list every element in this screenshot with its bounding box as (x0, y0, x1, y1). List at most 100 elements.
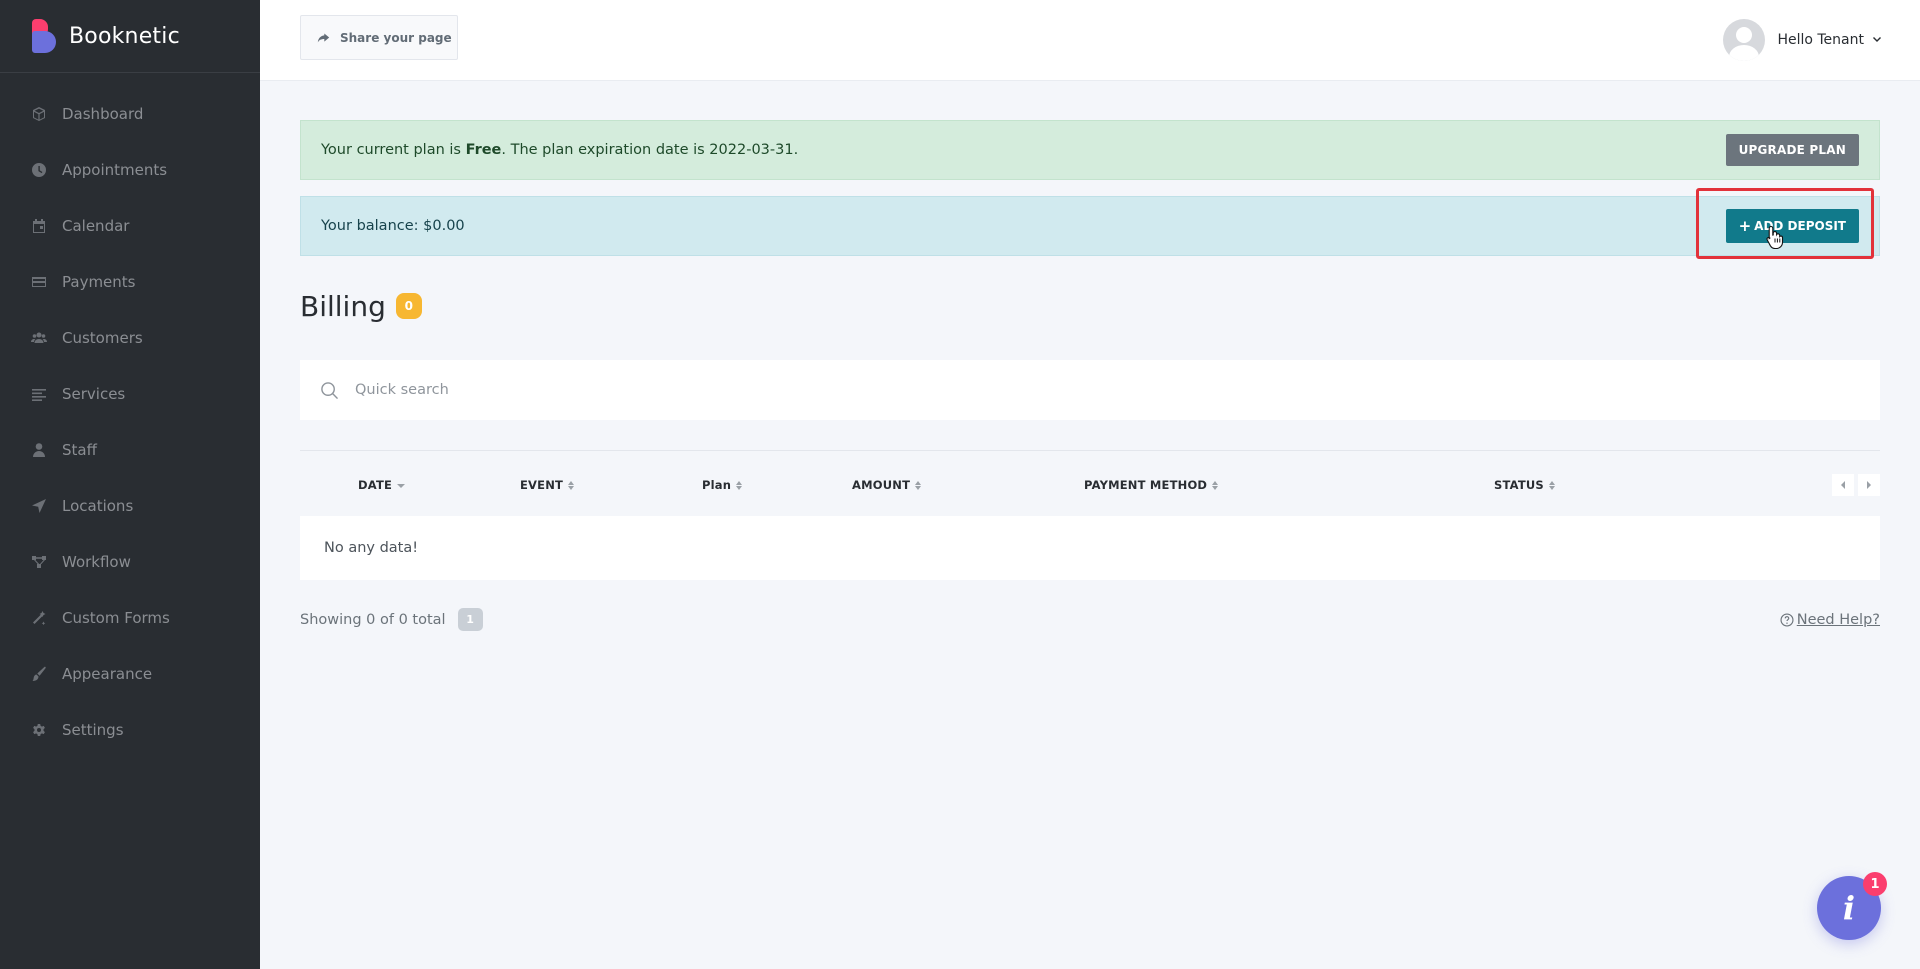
pagination-info: Showing 0 of 0 total 1 (300, 608, 483, 631)
table-empty-row: No any data! (300, 516, 1880, 580)
notification-badge: 1 (1863, 872, 1887, 896)
sidebar-item-customers[interactable]: Customers (0, 310, 260, 366)
sidebar-item-label: Settings (62, 721, 124, 739)
need-help-link[interactable]: Need Help? (1780, 612, 1880, 628)
balance-alert: Your balance: $0.00 + ADD DEPOSIT (300, 188, 1880, 259)
page-number-button[interactable]: 1 (457, 608, 483, 631)
count-badge: 0 (395, 293, 422, 319)
sidebar-item-label: Services (62, 385, 126, 403)
user-menu[interactable]: Hello Tenant (1723, 19, 1882, 61)
search-input[interactable] (355, 382, 955, 398)
sidebar-item-label: Calendar (62, 217, 130, 235)
column-label: AMOUNT (852, 478, 911, 492)
sidebar-item-dashboard[interactable]: Dashboard (0, 86, 260, 142)
main-content: Your current plan is Free. The plan expi… (300, 120, 1880, 631)
upgrade-plan-button[interactable]: UPGRADE PLAN (1725, 134, 1859, 166)
column-label: DATE (358, 478, 393, 492)
sidebar-item-appointments[interactable]: Appointments (0, 142, 260, 198)
sidebar-item-label: Staff (62, 441, 97, 459)
sidebar-nav: Dashboard Appointments Calendar Payments… (0, 73, 260, 758)
brand-name: Booknetic (69, 23, 180, 49)
user-greeting: Hello Tenant (1777, 32, 1864, 48)
sidebar-item-label: Workflow (62, 553, 131, 571)
clock-icon (31, 162, 47, 178)
question-circle-icon (1780, 612, 1794, 627)
column-header-amount[interactable]: AMOUNT (852, 478, 922, 492)
user-icon (31, 442, 47, 458)
plan-name: Free (465, 142, 502, 158)
plan-alert-suffix: . The plan expiration date is 2022-03-31… (501, 142, 799, 158)
info-icon: i (1842, 889, 1856, 927)
page-title-row: Billing 0 (300, 286, 1880, 326)
brush-icon (31, 666, 47, 682)
showing-text: Showing 0 of 0 total (300, 611, 446, 628)
sidebar-item-locations[interactable]: Locations (0, 478, 260, 534)
column-header-status[interactable]: STATUS (1494, 478, 1555, 492)
column-header-payment-method[interactable]: PAYMENT METHOD (1084, 478, 1219, 492)
column-label: STATUS (1494, 478, 1544, 492)
sort-icon (736, 480, 743, 490)
search-box (300, 360, 1880, 420)
plan-alert-prefix: Your current plan is (321, 142, 466, 158)
location-arrow-icon (31, 498, 47, 514)
sidebar-item-settings[interactable]: Settings (0, 702, 260, 758)
calendar-icon (31, 218, 47, 234)
info-button[interactable]: i 1 (1817, 872, 1887, 940)
plan-alert: Your current plan is Free. The plan expi… (300, 120, 1880, 180)
sidebar-item-label: Appointments (62, 161, 168, 179)
sidebar-item-label: Customers (62, 329, 143, 347)
chevron-down-icon (1873, 37, 1881, 42)
sort-desc-icon (397, 484, 406, 488)
cube-icon (31, 106, 47, 122)
share-icon (317, 33, 330, 43)
column-scroll-arrows (1832, 474, 1880, 496)
balance-text: Your balance: $0.00 (321, 218, 465, 234)
credit-card-icon (31, 274, 47, 290)
sort-icon (915, 480, 922, 490)
sidebar-item-label: Custom Forms (62, 609, 170, 627)
column-header-event[interactable]: EVENT (520, 478, 575, 492)
need-help-label: Need Help? (1796, 611, 1880, 628)
scroll-left-button[interactable] (1832, 474, 1854, 496)
add-deposit-label: ADD DEPOSIT (1754, 219, 1846, 233)
divider (300, 450, 1880, 451)
caret-right-icon (1867, 481, 1871, 489)
brand[interactable]: Booknetic (0, 0, 260, 73)
sidebar-item-appearance[interactable]: Appearance (0, 646, 260, 702)
sidebar-item-label: Dashboard (62, 105, 144, 123)
sidebar-item-payments[interactable]: Payments (0, 254, 260, 310)
top-bar: Share your page Hello Tenant (260, 0, 1920, 81)
column-label: EVENT (520, 478, 564, 492)
sidebar-item-custom-forms[interactable]: Custom Forms (0, 590, 260, 646)
caret-left-icon (1841, 481, 1845, 489)
list-icon (31, 386, 47, 402)
share-page-label: Share your page (340, 30, 452, 45)
column-label: Plan (702, 478, 732, 492)
booknetic-logo-icon (30, 19, 58, 53)
share-page-button[interactable]: Share your page (300, 15, 458, 60)
sidebar-item-staff[interactable]: Staff (0, 422, 260, 478)
table-footer: Showing 0 of 0 total 1 Need Help? (300, 608, 1880, 631)
gear-icon (31, 722, 47, 738)
add-deposit-button[interactable]: + ADD DEPOSIT (1725, 209, 1859, 243)
search-icon (321, 381, 338, 399)
sidebar-item-label: Payments (62, 273, 136, 291)
sidebar-item-services[interactable]: Services (0, 366, 260, 422)
sidebar-item-calendar[interactable]: Calendar (0, 198, 260, 254)
sidebar-item-workflow[interactable]: Workflow (0, 534, 260, 590)
plus-icon: + (1738, 217, 1752, 235)
scroll-right-button[interactable] (1858, 474, 1880, 496)
sort-icon (1212, 480, 1219, 490)
sort-icon (568, 480, 575, 490)
sidebar-item-label: Appearance (62, 665, 153, 683)
column-header-plan[interactable]: Plan (702, 478, 743, 492)
magic-wand-icon (31, 610, 47, 626)
sort-icon (1548, 480, 1555, 490)
sidebar: Booknetic Dashboard Appointments Calenda… (0, 0, 260, 969)
sidebar-item-label: Locations (62, 497, 134, 515)
add-deposit-wrap: + ADD DEPOSIT (1695, 188, 1874, 259)
column-header-date[interactable]: DATE (358, 478, 406, 492)
avatar (1723, 19, 1766, 61)
plan-alert-text: Your current plan is Free. The plan expi… (321, 142, 798, 158)
page-title: Billing (300, 289, 386, 323)
